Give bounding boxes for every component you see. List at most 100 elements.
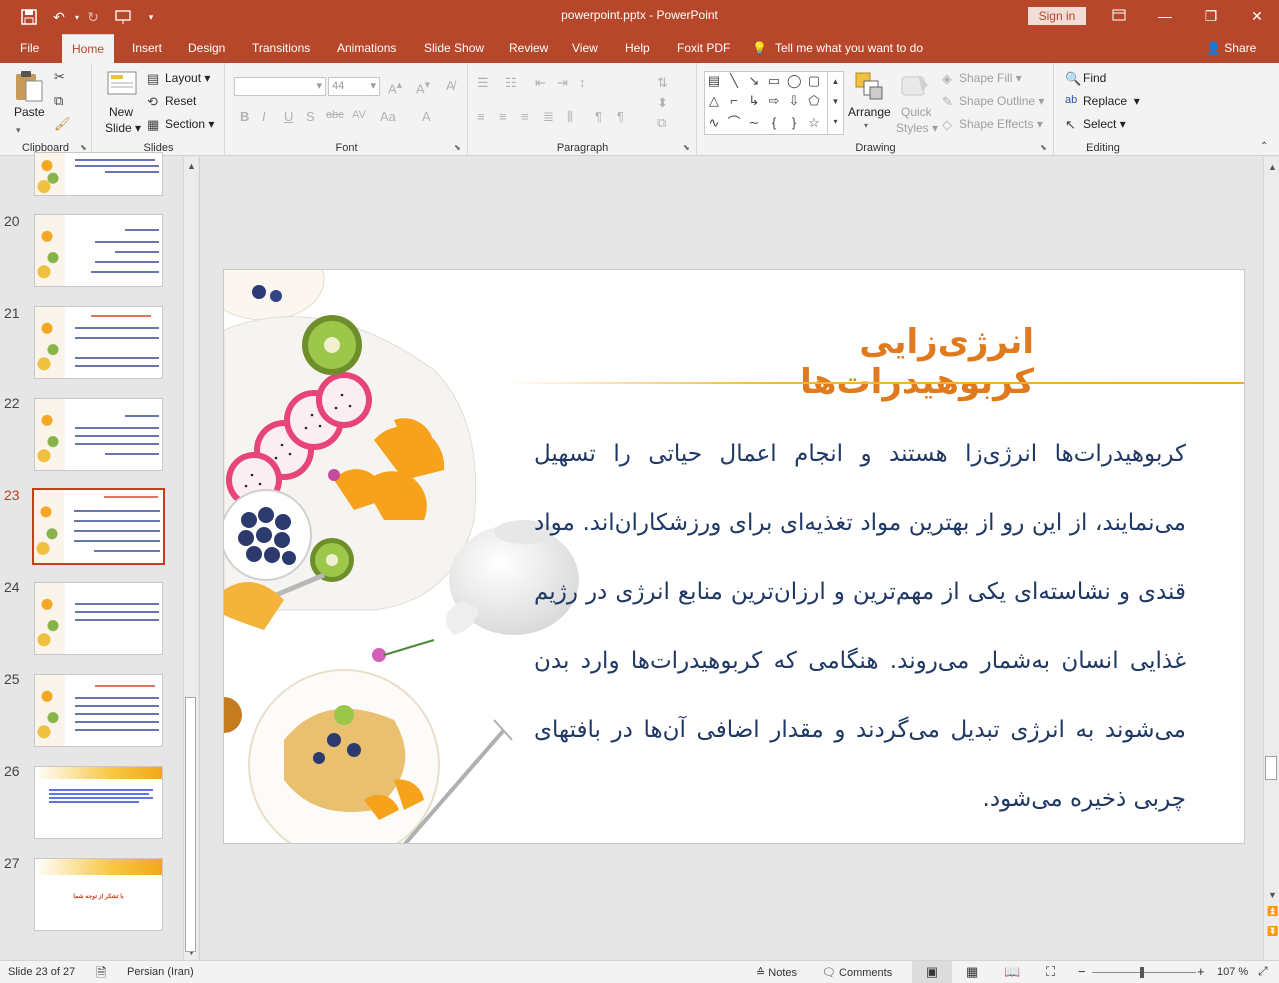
slide-scrollbar[interactable] xyxy=(1263,157,1279,960)
smartart-icon[interactable]: ⧉ xyxy=(657,115,666,131)
tab-view[interactable]: View xyxy=(562,34,608,63)
zoom-level[interactable]: 107 % xyxy=(1217,966,1248,978)
elbow-connector-shape-icon[interactable]: ⌐ xyxy=(727,94,741,108)
collapse-ribbon-icon[interactable]: ⌃ xyxy=(1260,141,1268,152)
replace-button[interactable]: Replace ▾ xyxy=(1083,94,1140,108)
font-color-icon[interactable]: A xyxy=(422,109,431,124)
shapes-scroll[interactable]: ▲ ▼ ▾ xyxy=(827,72,843,134)
brace-right-shape-icon[interactable]: } xyxy=(787,116,801,130)
close-icon[interactable]: ✕ xyxy=(1242,4,1272,28)
triangle-shape-icon[interactable]: △ xyxy=(707,94,721,108)
quick-styles-button[interactable]: Quick xyxy=(901,105,932,119)
new-slide-icon[interactable] xyxy=(107,69,137,100)
increase-indent-icon[interactable]: ⇥ xyxy=(557,75,568,91)
squiggle-shape-icon[interactable]: ∼ xyxy=(747,116,761,130)
tab-slide-show[interactable]: Slide Show xyxy=(414,34,494,63)
numbering-icon[interactable]: ☷ xyxy=(505,75,517,91)
italic-icon[interactable]: I xyxy=(262,109,266,124)
zoom-out-icon[interactable]: − xyxy=(1078,964,1086,979)
tab-foxit-pdf[interactable]: Foxit PDF xyxy=(667,34,740,63)
increase-font-icon[interactable]: A▴ xyxy=(388,78,402,96)
decrease-font-icon[interactable]: A▾ xyxy=(416,78,430,96)
arrange-button[interactable]: Arrange xyxy=(848,105,891,119)
align-right-icon[interactable]: ≡ xyxy=(521,109,529,124)
rounded-rect-shape-icon[interactable]: ▢ xyxy=(807,74,821,88)
new-slide-button[interactable]: New xyxy=(109,105,133,119)
slide-thumbnail-26[interactable] xyxy=(34,766,163,839)
ltr-icon[interactable]: ¶ xyxy=(617,109,624,124)
tab-transitions[interactable]: Transitions xyxy=(242,34,320,63)
comments-button[interactable]: 🗨 Comments xyxy=(822,966,892,979)
layout-button[interactable]: Layout ▾ xyxy=(165,71,210,85)
slide-thumbnail-21[interactable] xyxy=(34,306,163,379)
curve-shape-icon[interactable]: ∿ xyxy=(707,116,721,130)
slide-thumbnail-20[interactable] xyxy=(34,214,163,287)
font-name-dropdown[interactable]: ▾ xyxy=(234,77,326,96)
minimize-icon[interactable]: — xyxy=(1150,4,1180,28)
text-direction-icon[interactable]: ⇅ xyxy=(657,75,668,91)
bullets-icon[interactable]: ☰ xyxy=(477,75,489,91)
start-from-beginning-icon[interactable] xyxy=(112,7,134,27)
notes-button[interactable]: ≙ Notes xyxy=(756,966,797,979)
thumbnail-pane[interactable]: 20 21 22 23 24 25 26 27 با تشکر از توجه … xyxy=(0,152,200,960)
normal-view-icon[interactable]: ▣ xyxy=(912,961,952,983)
line-spacing-icon[interactable]: ↕ xyxy=(579,75,586,90)
drawing-launcher-icon[interactable]: ⬊ xyxy=(1040,143,1047,152)
character-spacing-icon[interactable]: AV xyxy=(352,109,366,121)
language-indicator[interactable]: Persian (Iran) xyxy=(127,966,194,978)
strikethrough-icon[interactable]: abc xyxy=(326,109,344,121)
sign-in-button[interactable]: Sign in xyxy=(1028,7,1086,25)
reading-view-icon[interactable]: 📖 xyxy=(1004,964,1020,980)
align-text-icon[interactable]: ⬍ xyxy=(657,95,668,111)
zoom-slider-track[interactable] xyxy=(1092,972,1196,973)
clipboard-launcher-icon[interactable]: ⬊ xyxy=(80,143,87,152)
bold-icon[interactable]: B xyxy=(240,109,249,124)
slide-sorter-icon[interactable]: ▦ xyxy=(966,964,978,980)
tab-review[interactable]: Review xyxy=(499,34,558,63)
star-shape-icon[interactable]: ☆ xyxy=(807,116,821,130)
format-painter-icon[interactable]: 🖌 xyxy=(54,116,71,132)
decrease-indent-icon[interactable]: ⇤ xyxy=(535,75,546,91)
ribbon-display-options-icon[interactable] xyxy=(1104,4,1134,28)
copy-icon[interactable]: ⧉ xyxy=(54,93,63,109)
down-arrow-shape-icon[interactable]: ⇩ xyxy=(787,94,801,108)
paste-button[interactable]: Paste xyxy=(14,105,45,119)
reset-button[interactable]: Reset xyxy=(165,94,196,108)
justify-icon[interactable]: ≣ xyxy=(543,109,554,125)
change-case-icon[interactable]: Aa xyxy=(380,109,396,124)
customize-toolbar-icon[interactable]: ▾ xyxy=(140,7,162,27)
tell-me-search[interactable]: 💡 Tell me what you want to do xyxy=(752,34,923,63)
thumbnail-scroll-thumb[interactable] xyxy=(185,697,196,952)
spelling-check-icon[interactable]: 🗎 xyxy=(96,964,106,983)
slide-scroll-up-icon[interactable]: ▲ xyxy=(1268,162,1277,172)
restore-icon[interactable]: ❐ xyxy=(1196,4,1226,28)
rectangle-shape-icon[interactable]: ▭ xyxy=(767,74,781,88)
align-center-icon[interactable]: ≡ xyxy=(499,109,507,124)
slide-scroll-thumb[interactable] xyxy=(1265,756,1277,780)
clear-formatting-icon[interactable]: A̸ xyxy=(446,78,455,93)
shape-outline-button[interactable]: Shape Outline ▾ xyxy=(959,94,1044,108)
share-button[interactable]: 👤 Share xyxy=(1206,34,1256,63)
save-icon[interactable] xyxy=(18,7,40,27)
current-slide[interactable]: انرژی‌زایی کربوهیدرات‌ها کربوهیدرات‌ها ا… xyxy=(223,269,1245,844)
shape-fill-button[interactable]: Shape Fill ▾ xyxy=(959,71,1022,85)
find-button[interactable]: Find xyxy=(1083,71,1106,85)
thumbnail-scroll-up-icon[interactable]: ▲ xyxy=(187,161,196,171)
paste-icon[interactable] xyxy=(14,69,44,106)
slide-body-text[interactable]: کربوهیدرات‌ها انرژی‌زا هستند و انجام اعم… xyxy=(534,420,1186,834)
arrow-line-shape-icon[interactable]: ↘ xyxy=(747,74,761,88)
shapes-gallery[interactable]: ▤ ╲ ↘ ▭ ◯ ▢ △ ⌐ ↳ ⇨ ⇩ ⬠ ∿ ⌒ ∼ { } ☆ ▲ ▼ ▾ xyxy=(704,71,844,135)
section-button[interactable]: Section ▾ xyxy=(165,117,214,131)
oval-shape-icon[interactable]: ◯ xyxy=(787,74,802,88)
select-button[interactable]: Select ▾ xyxy=(1083,117,1126,131)
textbox-shape-icon[interactable]: ▤ xyxy=(707,74,721,88)
shape-effects-button[interactable]: Shape Effects ▾ xyxy=(959,117,1043,131)
slide-thumbnail-25[interactable] xyxy=(34,674,163,747)
paste-dropdown-icon[interactable]: ▾ xyxy=(16,125,21,136)
tab-animations[interactable]: Animations xyxy=(327,34,406,63)
align-left-icon[interactable]: ≡ xyxy=(477,109,485,124)
slide-scroll-down-icon[interactable]: ▼ xyxy=(1268,890,1277,900)
slide-thumbnail-22[interactable] xyxy=(34,398,163,471)
redo-icon[interactable]: ↻ xyxy=(82,7,104,27)
next-slide-icon[interactable]: ⏬ xyxy=(1267,926,1278,937)
